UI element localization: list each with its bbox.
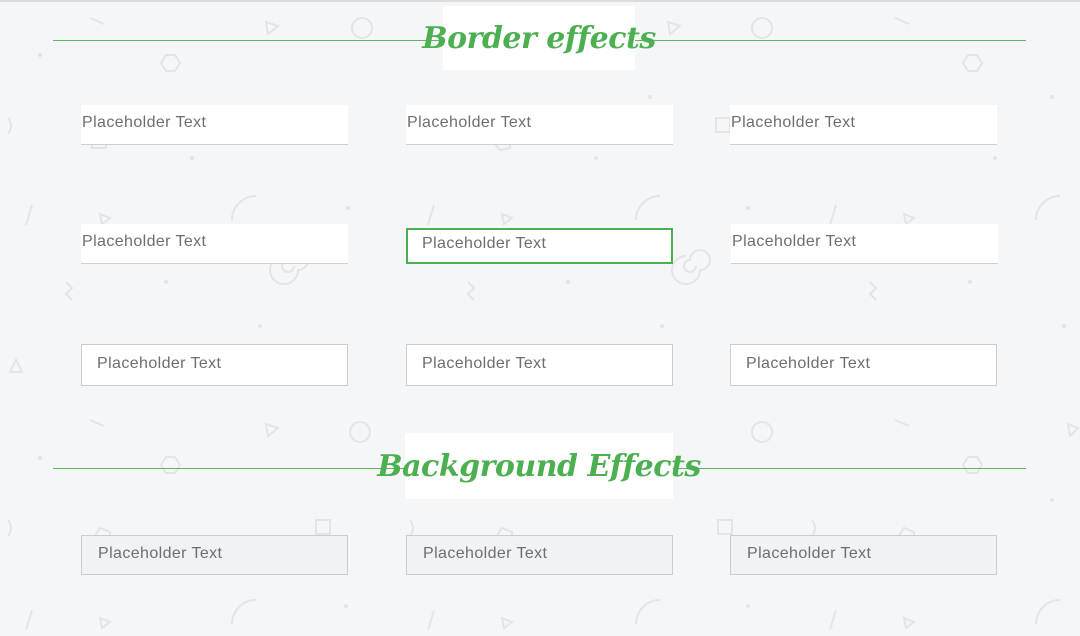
border-effect-input-9[interactable] — [730, 344, 997, 386]
border-effect-input-2[interactable] — [406, 105, 673, 145]
border-effects-rule-right — [635, 40, 1026, 41]
border-effect-input-3[interactable] — [730, 105, 997, 145]
background-effect-input-1[interactable] — [81, 535, 348, 575]
background-effects-rule-right — [673, 468, 1026, 469]
top-edge-divider — [0, 0, 1080, 2]
border-effect-input-6[interactable] — [731, 224, 998, 264]
border-effect-input-1[interactable] — [81, 105, 348, 145]
background-effects-rule-left — [53, 468, 405, 469]
background-effects-heading: Background Effects — [377, 433, 701, 499]
border-effects-heading: Border effects — [422, 6, 656, 70]
background-effect-input-2[interactable] — [406, 535, 673, 575]
border-effect-input-5-focused[interactable] — [406, 228, 673, 264]
border-effects-rule-left — [53, 40, 443, 41]
border-effect-input-7[interactable] — [81, 344, 348, 386]
background-effect-input-3[interactable] — [730, 535, 997, 575]
border-effect-input-8[interactable] — [406, 344, 673, 386]
border-effect-input-4[interactable] — [81, 224, 348, 264]
